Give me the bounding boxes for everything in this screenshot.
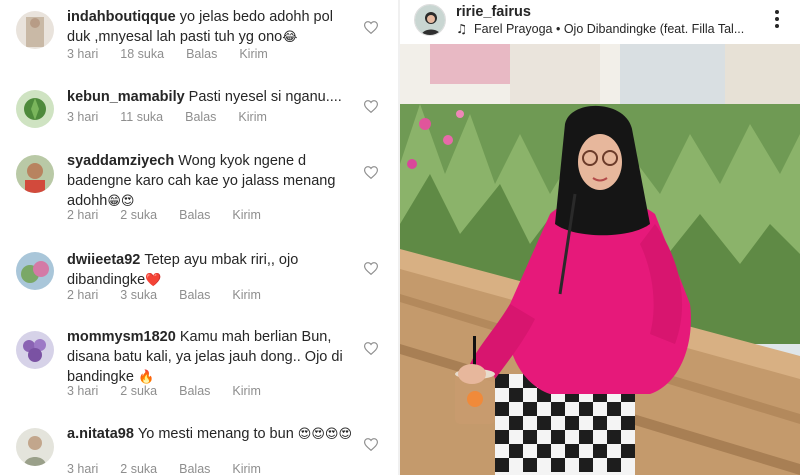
reply-button[interactable]: Balas <box>185 110 216 124</box>
comment-likes[interactable]: 3 suka <box>120 288 157 302</box>
comment-meta: 3 hari 18 suka Balas Kirim <box>67 47 290 61</box>
heart-icon[interactable] <box>364 342 378 355</box>
comment-body: Yo mesti menang to bun <box>137 426 294 442</box>
comment-text: a.nitata98 Yo mesti menang to bun 😍😍😍😍 <box>67 424 357 445</box>
music-note-icon: ♫ <box>456 21 468 36</box>
comment-emoji: 😁😍 <box>107 194 135 209</box>
avatar[interactable] <box>16 90 54 128</box>
reply-button[interactable]: Balas <box>179 288 210 302</box>
comment-time: 2 hari <box>67 288 99 302</box>
comment-emoji: 🔥 <box>137 370 155 385</box>
comment-likes[interactable]: 2 suka <box>120 384 157 398</box>
post-header: ririe_fairus ♫ Farel Prayoga • Ojo Diband… <box>400 0 800 44</box>
comment-username[interactable]: kebun_mamabily <box>67 89 185 105</box>
comment-text: kebun_mamabily Pasti nyesel si nganu.... <box>67 87 357 107</box>
comment-time: 3 hari <box>67 110 99 124</box>
heart-icon[interactable] <box>364 166 378 179</box>
comment-username[interactable]: mommysm1820 <box>67 329 176 345</box>
comment-text: dwiieeta92 Tetep ayu mbak riri,, ojo diba… <box>67 250 357 291</box>
send-button[interactable]: Kirim <box>232 462 260 475</box>
comment-text: indahboutiqque yo jelas bedo adohh pol du… <box>67 7 357 48</box>
avatar[interactable] <box>16 428 54 466</box>
comment-likes[interactable]: 18 suka <box>120 47 164 61</box>
avatar[interactable] <box>16 11 54 49</box>
more-vertical-icon[interactable] <box>770 9 784 29</box>
comment-meta: 2 hari 3 suka Balas Kirim <box>67 288 283 302</box>
comment-likes[interactable]: 11 suka <box>120 110 163 124</box>
reply-button[interactable]: Balas <box>186 47 217 61</box>
comment-body: Pasti nyesel si nganu.... <box>188 89 342 105</box>
heart-icon[interactable] <box>364 21 378 34</box>
comment-emoji: ❤️ <box>145 273 162 288</box>
comment-text: mommysm1820 Kamu mah berlian Bun, disana … <box>67 327 357 388</box>
send-button[interactable]: Kirim <box>232 208 260 222</box>
comment-meta: 3 hari 2 suka Balas Kirim <box>67 384 283 398</box>
comment-meta: 3 hari 11 suka Balas Kirim <box>67 110 289 124</box>
avatar[interactable] <box>16 155 54 193</box>
send-button[interactable]: Kirim <box>232 288 260 302</box>
comment-time: 2 hari <box>67 208 99 222</box>
reply-button[interactable]: Balas <box>179 208 210 222</box>
comment-username[interactable]: dwiieeta92 <box>67 252 140 268</box>
comment-time: 3 hari <box>67 384 99 398</box>
send-button[interactable]: Kirim <box>238 110 266 124</box>
avatar[interactable] <box>16 252 54 290</box>
comment-emoji: 😂 <box>282 30 298 45</box>
avatar[interactable] <box>16 331 54 369</box>
comment-time: 3 hari <box>67 462 99 475</box>
comments-panel: indahboutiqque yo jelas bedo adohh pol du… <box>0 0 398 475</box>
reply-button[interactable]: Balas <box>179 462 210 475</box>
post-music-label: Farel Prayoga • Ojo Dibandingke (feat. F… <box>474 22 745 36</box>
post-username[interactable]: ririe_fairus <box>456 4 531 20</box>
comment-username[interactable]: syaddamziyech <box>67 153 174 169</box>
send-button[interactable]: Kirim <box>239 47 267 61</box>
comment-meta: 2 hari 2 suka Balas Kirim <box>67 208 283 222</box>
comment-likes[interactable]: 2 suka <box>120 208 157 222</box>
comment-meta: 3 hari 2 suka Balas Kirim <box>67 462 283 475</box>
comment-username[interactable]: a.nitata98 <box>67 426 134 442</box>
heart-icon[interactable] <box>364 262 378 275</box>
comment-time: 3 hari <box>67 47 99 61</box>
comment-emoji: 😍😍😍😍 <box>297 427 353 442</box>
post-panel: ririe_fairus ♫ Farel Prayoga • Ojo Diband… <box>400 0 800 475</box>
send-button[interactable]: Kirim <box>232 384 260 398</box>
post-avatar[interactable] <box>414 4 446 36</box>
comment-text: syaddamziyech Wong kyok ngene d badengne … <box>67 151 357 212</box>
heart-icon[interactable] <box>364 438 378 451</box>
post-music[interactable]: ♫ Farel Prayoga • Ojo Dibandingke (feat. … <box>456 21 766 36</box>
comment-likes[interactable]: 2 suka <box>120 462 157 475</box>
comment-username[interactable]: indahboutiqque <box>67 9 176 25</box>
post-photo[interactable] <box>400 44 800 475</box>
reply-button[interactable]: Balas <box>179 384 210 398</box>
heart-icon[interactable] <box>364 100 378 113</box>
